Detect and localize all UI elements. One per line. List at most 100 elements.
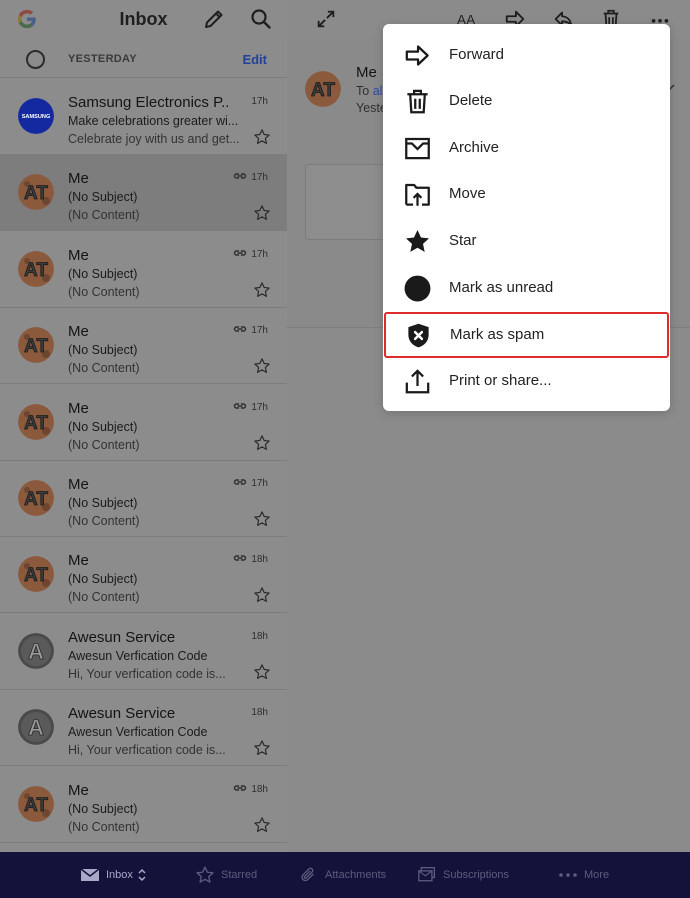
sender-name: Me bbox=[68, 323, 89, 341]
list-item[interactable]: A Awesun Service Awesun Verfication Code Hi… bbox=[0, 614, 287, 690]
list-item[interactable]: A Awesun Service Awesun Verfication Code Hi… bbox=[0, 690, 287, 767]
list-item[interactable]: AT Me (No Subject) (No Content) 17h bbox=[0, 232, 287, 308]
star-outline-icon[interactable] bbox=[253, 281, 271, 299]
list-item[interactable]: AT Me (No Subject) (No Content) 17h bbox=[0, 385, 287, 461]
trash-icon bbox=[407, 89, 428, 114]
list-item[interactable]: AT Me (No Subject) (No Content) 17h bbox=[0, 308, 287, 385]
message-subject: Awesun Verfication Code bbox=[68, 725, 208, 740]
message-time: 18h bbox=[251, 783, 268, 795]
message-time: 17h bbox=[251, 172, 268, 184]
message-preview: Celebrate joy with us and get... bbox=[68, 132, 240, 146]
tab-label: More bbox=[584, 869, 610, 881]
avatar: AT bbox=[18, 403, 54, 440]
message-subject: (No Subject) bbox=[68, 801, 138, 816]
menu-item-label: Print or share... bbox=[449, 372, 552, 389]
message-subject: (No Subject) bbox=[68, 343, 138, 358]
star-outline-icon bbox=[196, 866, 214, 883]
menu-item-delete[interactable]: Delete bbox=[383, 78, 670, 124]
menu-item-move[interactable]: Move bbox=[383, 171, 670, 217]
svg-text:SAMSUNG: SAMSUNG bbox=[22, 114, 51, 120]
recipient-line: To al bbox=[356, 84, 382, 98]
star-outline-icon[interactable] bbox=[253, 816, 271, 834]
tab-more[interactable]: More bbox=[558, 852, 609, 898]
share-icon bbox=[405, 369, 430, 394]
envelope-icon bbox=[80, 868, 100, 881]
more-dots-icon bbox=[559, 873, 577, 877]
menu-item-label: Mark as spam bbox=[450, 326, 545, 343]
message-preview: (No Content) bbox=[68, 361, 140, 376]
menu-item-label: Delete bbox=[449, 92, 493, 109]
sender-name: Me bbox=[68, 781, 89, 799]
menu-item-star[interactable]: Star bbox=[383, 218, 670, 264]
star-icon bbox=[406, 230, 429, 252]
star-outline-icon[interactable] bbox=[253, 510, 271, 528]
sender-name: Me bbox=[68, 170, 89, 188]
avatar: AT bbox=[18, 250, 54, 287]
menu-item-print-share[interactable]: Print or share... bbox=[383, 358, 670, 404]
menu-item-forward[interactable]: Forward bbox=[383, 32, 670, 78]
tab-attachments[interactable]: Attachments bbox=[299, 852, 386, 898]
attachment-icon bbox=[233, 326, 247, 332]
message-preview: Hi, Your verfication code is... bbox=[68, 743, 226, 758]
menu-item-label: Forward bbox=[449, 46, 505, 63]
avatar: A bbox=[18, 632, 54, 669]
message-time: 17h bbox=[251, 325, 268, 337]
sender-name: Me bbox=[68, 476, 89, 493]
list-item[interactable]: AT Me (No Subject) (No Content) 17h bbox=[0, 155, 287, 232]
message-time: 17h bbox=[251, 248, 268, 260]
sort-chevron-icon bbox=[138, 868, 146, 882]
list-item[interactable]: AT Me (No Subject) (No Content) 17h bbox=[0, 461, 287, 537]
tab-label: Attachments bbox=[325, 869, 387, 881]
tab-subscriptions[interactable]: Subscriptions bbox=[417, 852, 509, 898]
star-outline-icon[interactable] bbox=[253, 739, 271, 757]
section-header: YESTERDAY Edit bbox=[0, 38, 287, 78]
star-outline-icon[interactable] bbox=[253, 434, 271, 452]
bottom-tab-bar: Inbox Starred Attachments Subscriptions … bbox=[0, 852, 690, 898]
recipient-name[interactable]: al bbox=[373, 84, 383, 98]
svg-text:AT: AT bbox=[24, 795, 48, 816]
message-time: 18h bbox=[251, 554, 268, 566]
message-subject: (No Subject) bbox=[68, 266, 138, 281]
menu-item-archive[interactable]: Archive bbox=[383, 125, 670, 171]
tab-inbox[interactable]: Inbox bbox=[80, 852, 153, 898]
list-item[interactable]: AT Me (No Subject) (No Content) 18h bbox=[0, 767, 287, 843]
attachment-icon bbox=[233, 555, 247, 562]
avatar: AT bbox=[18, 174, 54, 211]
list-item[interactable]: AT Me (No Subject) (No Content) 18h bbox=[0, 537, 287, 614]
subscriptions-icon bbox=[418, 866, 436, 882]
select-all-checkbox[interactable] bbox=[26, 50, 45, 69]
sender-name: Awesun Service bbox=[68, 705, 176, 723]
context-menu: Forward Delete Archive Move Star Mark as… bbox=[383, 24, 670, 411]
edit-button[interactable]: Edit bbox=[242, 52, 267, 67]
compose-pencil-icon[interactable] bbox=[202, 7, 226, 31]
tab-starred[interactable]: Starred bbox=[195, 852, 257, 898]
avatar: AT bbox=[18, 785, 54, 822]
attachment-icon bbox=[233, 250, 247, 256]
menu-item-mark-unread[interactable]: Mark as unread bbox=[383, 265, 670, 311]
svg-text:AT: AT bbox=[24, 336, 48, 357]
menu-item-mark-spam[interactable]: Mark as spam bbox=[384, 312, 669, 358]
star-outline-icon[interactable] bbox=[253, 128, 271, 146]
star-outline-icon[interactable] bbox=[253, 586, 271, 604]
message-subject: (No Subject) bbox=[68, 190, 138, 205]
message-preview: (No Content) bbox=[68, 819, 140, 834]
attachment-icon bbox=[233, 479, 247, 485]
search-icon[interactable] bbox=[249, 7, 273, 31]
message-preview: (No Content) bbox=[68, 437, 140, 452]
message-preview: (No Content) bbox=[68, 284, 140, 299]
message-time: 17h bbox=[251, 478, 268, 489]
svg-text:A: A bbox=[28, 715, 44, 740]
star-outline-icon[interactable] bbox=[253, 204, 271, 222]
expand-icon[interactable] bbox=[315, 8, 337, 30]
unread-dot-icon bbox=[404, 275, 431, 302]
message-preview: (No Content) bbox=[68, 514, 140, 528]
sender-name: Me bbox=[68, 399, 89, 417]
star-outline-icon[interactable] bbox=[253, 357, 271, 375]
message-subject: (No Subject) bbox=[68, 496, 138, 510]
menu-item-label: Move bbox=[449, 185, 486, 202]
menu-item-label: Mark as unread bbox=[449, 279, 554, 296]
tab-label: Inbox bbox=[106, 869, 133, 881]
list-item[interactable]: SAMSUNG Samsung Electronics P... Make cele… bbox=[0, 79, 287, 155]
avatar: AT bbox=[18, 480, 54, 516]
star-outline-icon[interactable] bbox=[253, 663, 271, 681]
